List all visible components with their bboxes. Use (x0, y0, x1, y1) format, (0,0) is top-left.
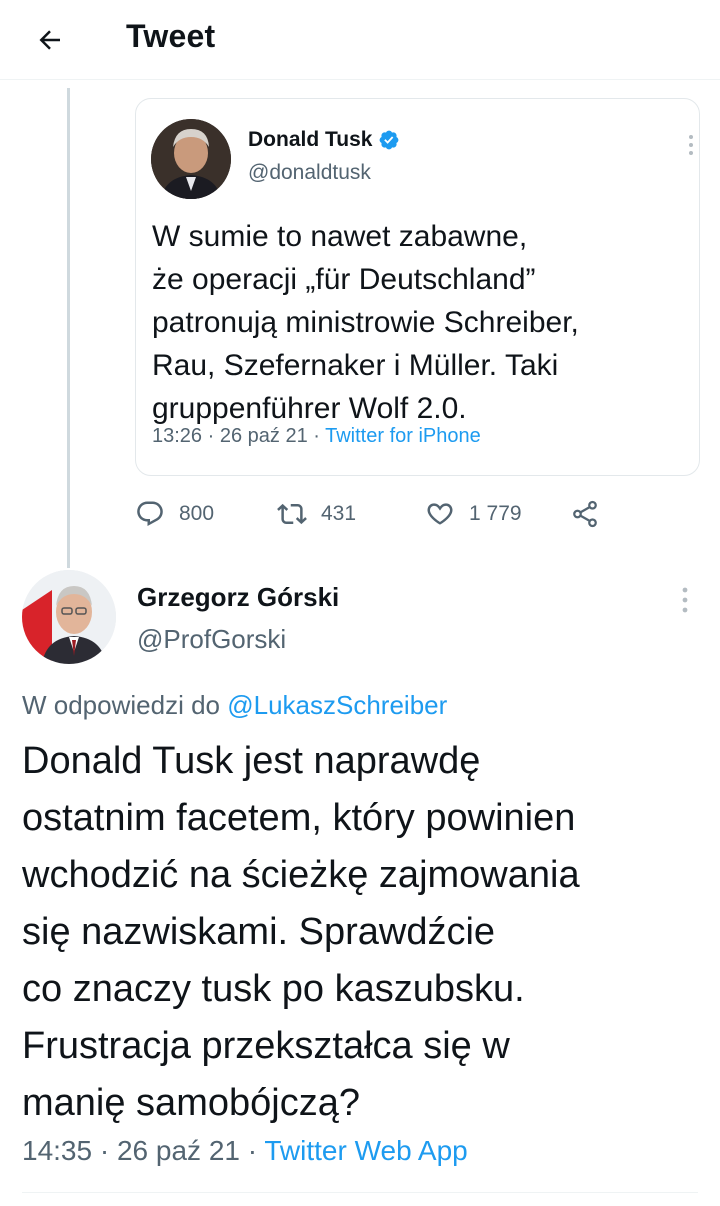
tweet-text: W sumie to nawet zabawne, że operacji „f… (152, 215, 692, 430)
tweet-text: Donald Tusk jest naprawdę ostatnim facet… (22, 733, 712, 1132)
tweet-text-line: się nazwiskami. Sprawdźcie (22, 911, 496, 953)
tweet-meta: 14:35 · 26 paź 21 · Twitter Web App (22, 1135, 468, 1167)
meta-separator: · (207, 425, 220, 447)
avatar[interactable] (22, 570, 116, 664)
more-options-icon[interactable] (687, 133, 695, 157)
replying-to-label: W odpowiedzi do (22, 690, 220, 720)
tweet-source-app[interactable]: Twitter for iPhone (325, 425, 481, 447)
tweet-time: 13:26 (152, 425, 203, 447)
replying-to: W odpowiedzi do @LukaszSchreiber (22, 690, 447, 721)
like-count: 1 779 (469, 502, 522, 525)
tweet-time: 14:35 (22, 1135, 93, 1166)
mention-link[interactable]: @LukaszSchreiber (227, 690, 447, 720)
tweet-text-line: patronują ministrowie Schreiber, (152, 306, 579, 339)
meta-separator: · (99, 1135, 117, 1166)
tweet-text-line: Rau, Szefernaker i Müller. Taki (152, 349, 559, 382)
divider (22, 1192, 698, 1193)
avatar-image (22, 570, 116, 664)
reply-button[interactable]: 800 (135, 494, 214, 534)
author-name[interactable]: Donald Tusk (248, 128, 400, 152)
heart-icon (427, 503, 453, 525)
reply-count: 800 (179, 502, 215, 525)
more-options-icon[interactable] (680, 586, 690, 614)
tweet-text-line: manię samobójczą? (22, 1082, 360, 1124)
retweet-button[interactable]: 431 (277, 494, 356, 534)
tweet-text-line: ostatnim facetem, który powinien (22, 797, 576, 839)
author-name[interactable]: Grzegorz Górski (137, 582, 339, 613)
tweet-text-line: Frustracja przekształca się w (22, 1025, 510, 1067)
tweet-meta: 13:26 · 26 paź 21 · Twitter for iPhone (152, 425, 481, 448)
author-handle[interactable]: @donaldtusk (248, 161, 371, 185)
retweet-count: 431 (321, 502, 357, 525)
meta-separator: · (247, 1135, 265, 1166)
tweet-text-line: Donald Tusk jest naprawdę (22, 740, 481, 782)
tweet-source-app[interactable]: Twitter Web App (264, 1135, 467, 1166)
reply-icon (137, 501, 163, 527)
tweet-text-line: W sumie to nawet zabawne, (152, 220, 528, 253)
tweet-date: 26 paź 21 (219, 425, 308, 447)
thread-connector-line (67, 88, 70, 568)
page-title: Tweet (126, 18, 216, 54)
like-button[interactable]: 1 779 (425, 494, 522, 534)
tweet-text-line: gruppenführer Wolf 2.0. (152, 392, 467, 425)
author-handle[interactable]: @ProfGorski (137, 624, 286, 655)
quoted-tweet-card[interactable]: Donald Tusk @donaldtusk W sumie to nawet… (135, 98, 700, 476)
tweet-text-line: wchodzić na ścieżkę zajmowania (22, 854, 580, 896)
share-button[interactable] (570, 494, 600, 534)
verified-badge-icon (380, 130, 399, 150)
share-icon (573, 500, 597, 528)
tweet-text-line: że operacji „für Deutschland” (152, 263, 536, 296)
author-name-text: Donald Tusk (248, 128, 373, 151)
retweet-icon (277, 503, 307, 525)
back-button[interactable] (30, 20, 70, 60)
avatar-image (151, 119, 231, 199)
top-bar: Tweet (0, 0, 720, 80)
avatar[interactable] (151, 119, 231, 199)
tweet-text-line: co znaczy tusk po kaszubsku. (22, 968, 525, 1010)
tweet-date: 26 paź 21 (116, 1135, 240, 1166)
meta-separator: · (313, 425, 326, 447)
tweet-actions: 800 431 1 779 (135, 494, 615, 534)
arrow-left-icon (39, 30, 60, 50)
